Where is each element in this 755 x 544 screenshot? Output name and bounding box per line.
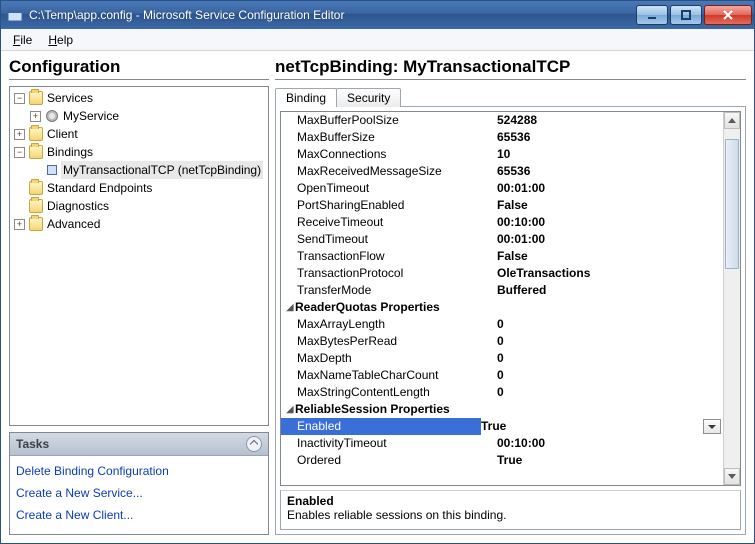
task-delete-binding[interactable]: Delete Binding Configuration: [16, 460, 262, 482]
tasks-panel: Tasks Delete Binding Configuration Creat…: [9, 432, 269, 535]
property-row[interactable]: MaxBytesPerRead0: [281, 333, 723, 350]
task-new-service[interactable]: Create a New Service...: [16, 482, 262, 504]
menubar: File Help: [1, 29, 754, 51]
property-help: Enabled Enables reliable sessions on thi…: [280, 490, 741, 530]
property-grid[interactable]: MaxBufferPoolSize524288MaxBufferSize6553…: [281, 112, 723, 485]
app-window: C:\Temp\app.config - Microsoft Service C…: [0, 0, 755, 544]
scrollbar-vertical[interactable]: [723, 112, 740, 485]
folder-icon: [29, 181, 43, 195]
property-row[interactable]: MaxDepth0: [281, 350, 723, 367]
scroll-down-button[interactable]: [724, 468, 740, 485]
help-text: Enables reliable sessions on this bindin…: [287, 508, 734, 522]
tab-security[interactable]: Security: [336, 88, 401, 107]
tree-bindings[interactable]: −Bindings: [14, 143, 266, 161]
window-title: C:\Temp\app.config - Microsoft Service C…: [29, 8, 634, 22]
configuration-heading: Configuration: [9, 57, 269, 80]
property-row[interactable]: MaxBufferSize65536: [281, 129, 723, 146]
property-row[interactable]: EnabledTrue: [281, 418, 723, 435]
property-row[interactable]: PortSharingEnabledFalse: [281, 197, 723, 214]
menu-file[interactable]: File: [13, 33, 32, 47]
tabs: Binding Security: [275, 84, 746, 106]
property-row[interactable]: OpenTimeout00:01:00: [281, 180, 723, 197]
tab-binding[interactable]: Binding: [275, 88, 337, 107]
tree-binding-item[interactable]: MyTransactionalTCP (netTcpBinding): [30, 161, 266, 179]
property-row[interactable]: InactivityTimeout00:10:00: [281, 435, 723, 452]
scroll-thumb[interactable]: [725, 139, 739, 269]
property-row[interactable]: MaxStringContentLength0: [281, 384, 723, 401]
titlebar[interactable]: C:\Temp\app.config - Microsoft Service C…: [1, 1, 754, 29]
gear-icon: [45, 109, 59, 123]
task-new-client[interactable]: Create a New Client...: [16, 504, 262, 526]
property-row[interactable]: MaxNameTableCharCount0: [281, 367, 723, 384]
property-row[interactable]: ReceiveTimeout00:10:00: [281, 214, 723, 231]
property-row[interactable]: TransferModeBuffered: [281, 282, 723, 299]
close-button[interactable]: [704, 5, 752, 25]
property-row[interactable]: TransactionFlowFalse: [281, 248, 723, 265]
property-row[interactable]: MaxBufferPoolSize524288: [281, 112, 723, 129]
chevron-up-icon[interactable]: [246, 436, 262, 452]
binding-heading: netTcpBinding: MyTransactionalTCP: [275, 57, 746, 80]
app-icon: [7, 7, 23, 23]
folder-icon: [29, 199, 43, 213]
property-row[interactable]: TransactionProtocolOleTransactions: [281, 265, 723, 282]
dropdown-button[interactable]: [703, 419, 721, 434]
maximize-button[interactable]: [670, 5, 702, 25]
menu-help[interactable]: Help: [48, 33, 73, 47]
configuration-tree[interactable]: −Services +MyService +Client −Bindings M…: [9, 86, 269, 426]
tree-services[interactable]: −Services: [14, 89, 266, 107]
scroll-up-button[interactable]: [724, 112, 740, 129]
folder-icon: [29, 127, 43, 141]
tasks-heading[interactable]: Tasks: [10, 433, 268, 456]
tree-myservice[interactable]: +MyService: [30, 107, 266, 125]
tree-standard-endpoints[interactable]: Standard Endpoints: [14, 179, 266, 197]
tree-diagnostics[interactable]: Diagnostics: [14, 197, 266, 215]
property-row[interactable]: MaxConnections10: [281, 146, 723, 163]
property-row[interactable]: MaxArrayLength0: [281, 316, 723, 333]
tree-advanced[interactable]: +Advanced: [14, 215, 266, 233]
folder-icon: [29, 217, 43, 231]
minimize-button[interactable]: [636, 5, 668, 25]
folder-icon: [29, 145, 43, 159]
property-row[interactable]: SendTimeout00:01:00: [281, 231, 723, 248]
endpoint-icon: [45, 163, 59, 177]
property-category[interactable]: ◢ReliableSession Properties: [281, 401, 723, 418]
property-category[interactable]: ◢ReaderQuotas Properties: [281, 299, 723, 316]
property-row[interactable]: OrderedTrue: [281, 452, 723, 469]
tree-client[interactable]: +Client: [14, 125, 266, 143]
help-title: Enabled: [287, 494, 734, 508]
folder-icon: [29, 91, 43, 105]
property-row[interactable]: MaxReceivedMessageSize65536: [281, 163, 723, 180]
